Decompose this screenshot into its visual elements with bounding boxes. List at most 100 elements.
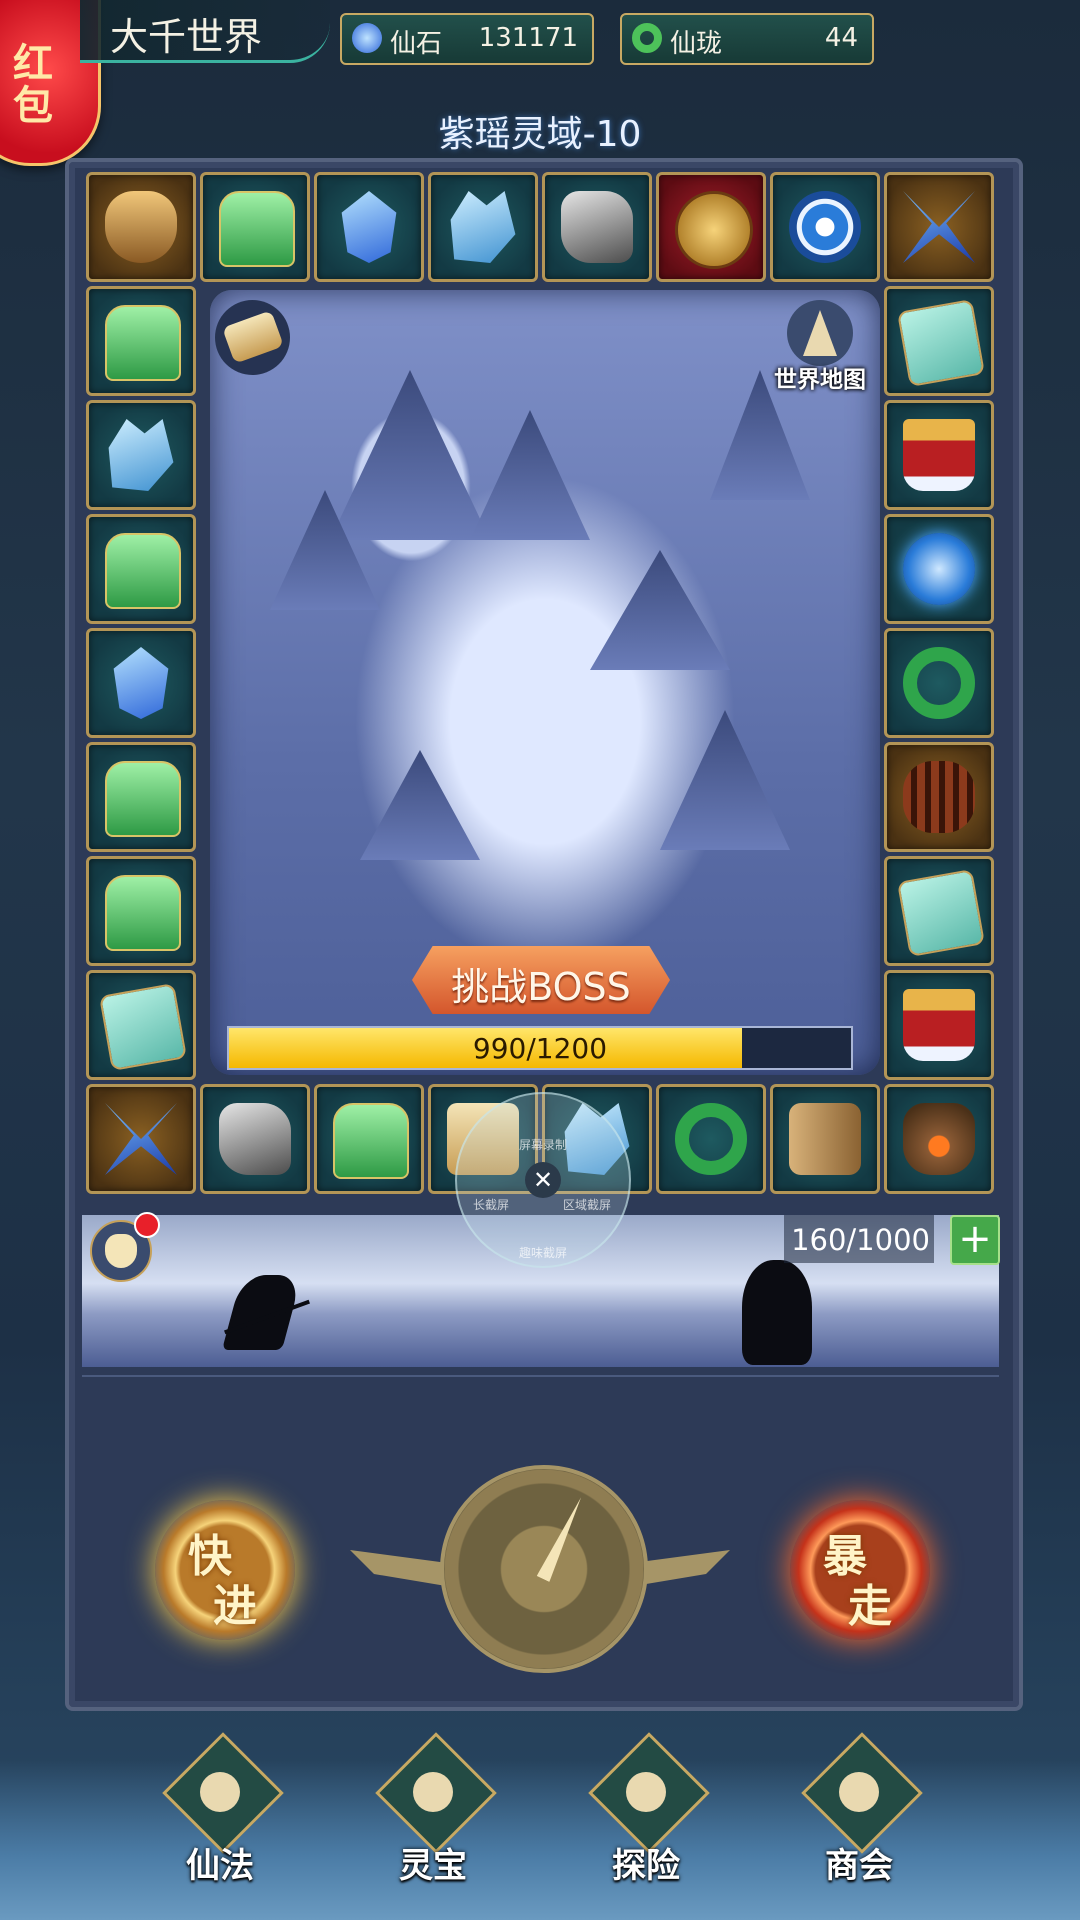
add-energy-button[interactable]: + bbox=[950, 1215, 1000, 1265]
scroll-button[interactable] bbox=[215, 300, 290, 375]
board-cell[interactable] bbox=[542, 172, 652, 282]
board-cell[interactable] bbox=[86, 1084, 196, 1194]
board-cell[interactable] bbox=[770, 1084, 880, 1194]
token-plate-icon bbox=[896, 298, 986, 388]
resource-xianlong[interactable]: 仙珑 44 bbox=[620, 13, 874, 65]
red-gate-icon bbox=[903, 989, 975, 1061]
jade-seal-icon bbox=[105, 875, 181, 951]
tiger-mask-icon bbox=[105, 191, 177, 263]
blue-crystal-icon bbox=[341, 191, 397, 263]
board-cell[interactable] bbox=[884, 172, 994, 282]
world-map-label: 世界地图 bbox=[774, 367, 866, 393]
jade-ring-icon bbox=[675, 1103, 747, 1175]
board-cell[interactable] bbox=[86, 856, 196, 966]
board-cell[interactable] bbox=[200, 1084, 310, 1194]
nav-lingbao[interactable]: 灵宝 bbox=[363, 1732, 503, 1890]
divider bbox=[82, 1375, 999, 1407]
board-cell[interactable] bbox=[86, 514, 196, 624]
resource-value: 44 bbox=[824, 23, 858, 53]
iron-ore-icon bbox=[561, 191, 633, 263]
wood-log-icon bbox=[789, 1103, 861, 1175]
rage-label-2: 走 bbox=[848, 1581, 892, 1632]
board-cell[interactable] bbox=[884, 628, 994, 738]
resource-label: 仙珑 bbox=[670, 29, 723, 59]
board-cell[interactable] bbox=[884, 514, 994, 624]
jade-seal-icon bbox=[105, 761, 181, 837]
nav-label: 仙法 bbox=[186, 1846, 254, 1886]
nav-shanghui[interactable]: 商会 bbox=[789, 1732, 929, 1890]
board-cell[interactable] bbox=[656, 172, 766, 282]
close-icon[interactable]: ✕ bbox=[525, 1162, 561, 1198]
board-cell[interactable] bbox=[884, 742, 994, 852]
compass-needle-icon bbox=[537, 1494, 588, 1581]
token-plate-icon bbox=[98, 982, 188, 1072]
jade-ring-icon bbox=[903, 647, 975, 719]
fun-screenshot-label[interactable]: 趣味截屏 bbox=[519, 1244, 567, 1261]
world-title-banner: 大千世界 bbox=[80, 0, 330, 63]
board-cell[interactable] bbox=[86, 400, 196, 510]
bagua-mirror-icon bbox=[789, 191, 861, 263]
board-cell[interactable] bbox=[86, 172, 196, 282]
screen-recorder-widget[interactable]: 屏幕录制 长截屏 区域截屏 趣味截屏 ✕ bbox=[455, 1092, 631, 1268]
resource-xianshi[interactable]: 仙石 131171 bbox=[340, 13, 594, 65]
board-cell[interactable] bbox=[86, 628, 196, 738]
blue-butterfly-icon bbox=[903, 191, 975, 263]
centipede-icon bbox=[903, 761, 975, 833]
scroll-icon bbox=[222, 310, 284, 364]
long-screenshot-label[interactable]: 长截屏 bbox=[473, 1196, 509, 1213]
blue-butterfly-icon bbox=[105, 1103, 177, 1175]
bag-icon bbox=[105, 1234, 137, 1268]
world-map-button[interactable]: 世界地图 bbox=[770, 300, 870, 395]
blue-gem-icon bbox=[352, 23, 382, 53]
board-cell[interactable] bbox=[200, 172, 310, 282]
red-gate-icon bbox=[903, 419, 975, 491]
lotus-icon bbox=[413, 1772, 453, 1812]
jade-ring-icon bbox=[632, 23, 662, 53]
boss-progress-bar: 990/1200 bbox=[227, 1026, 853, 1070]
challenge-boss-button[interactable]: 挑战BOSS bbox=[412, 946, 670, 1014]
board-cell[interactable] bbox=[428, 172, 538, 282]
nav-xianfa[interactable]: 仙法 bbox=[150, 1732, 290, 1890]
region-screenshot-label[interactable]: 区域截屏 bbox=[563, 1196, 611, 1213]
mountain-icon bbox=[787, 300, 853, 366]
board-cell[interactable] bbox=[86, 970, 196, 1080]
board-cell[interactable] bbox=[770, 172, 880, 282]
water-orb-icon bbox=[903, 533, 975, 605]
board-cell[interactable] bbox=[884, 400, 994, 510]
board-cell[interactable] bbox=[86, 742, 196, 852]
hero-silhouette bbox=[221, 1275, 303, 1350]
board-cell[interactable] bbox=[884, 1084, 994, 1194]
jade-seal-icon bbox=[105, 533, 181, 609]
world-title: 大千世界 bbox=[110, 15, 263, 59]
fast-forward-button[interactable]: 快 进 bbox=[155, 1500, 295, 1640]
spirit-crystal-icon bbox=[450, 191, 516, 263]
board-cell[interactable] bbox=[314, 172, 424, 282]
fast-label-2: 进 bbox=[213, 1581, 257, 1632]
board-cell[interactable] bbox=[314, 1084, 424, 1194]
notification-dot bbox=[134, 1212, 160, 1238]
board-cell[interactable] bbox=[884, 970, 994, 1080]
challenge-boss-label: 挑战BOSS bbox=[451, 965, 631, 1009]
monster-silhouette bbox=[742, 1260, 812, 1365]
mountain-shape bbox=[470, 410, 590, 540]
board-cell[interactable] bbox=[656, 1084, 766, 1194]
level-title: 紫瑶灵域-10 bbox=[438, 114, 642, 155]
board-cell[interactable] bbox=[884, 856, 994, 966]
compass-button[interactable] bbox=[440, 1465, 648, 1673]
nav-label: 灵宝 bbox=[399, 1846, 467, 1886]
boss-progress-text: 990/1200 bbox=[472, 1032, 608, 1065]
board-cell[interactable] bbox=[884, 286, 994, 396]
record-screen-label[interactable]: 屏幕录制 bbox=[519, 1136, 567, 1153]
ship-icon bbox=[626, 1772, 666, 1812]
sword-icon bbox=[200, 1772, 240, 1812]
mountain-shape bbox=[590, 550, 730, 670]
nav-label: 商会 bbox=[825, 1846, 893, 1886]
resource-label: 仙石 bbox=[390, 29, 443, 59]
rampage-button[interactable]: 暴 走 bbox=[790, 1500, 930, 1640]
mountain-shape bbox=[330, 370, 490, 540]
spirit-crystal-icon bbox=[108, 419, 174, 491]
bronze-coin-icon bbox=[675, 191, 753, 269]
board-cell[interactable] bbox=[86, 286, 196, 396]
nav-tanxian[interactable]: 探险 bbox=[576, 1732, 716, 1890]
nav-label: 探险 bbox=[612, 1846, 680, 1886]
